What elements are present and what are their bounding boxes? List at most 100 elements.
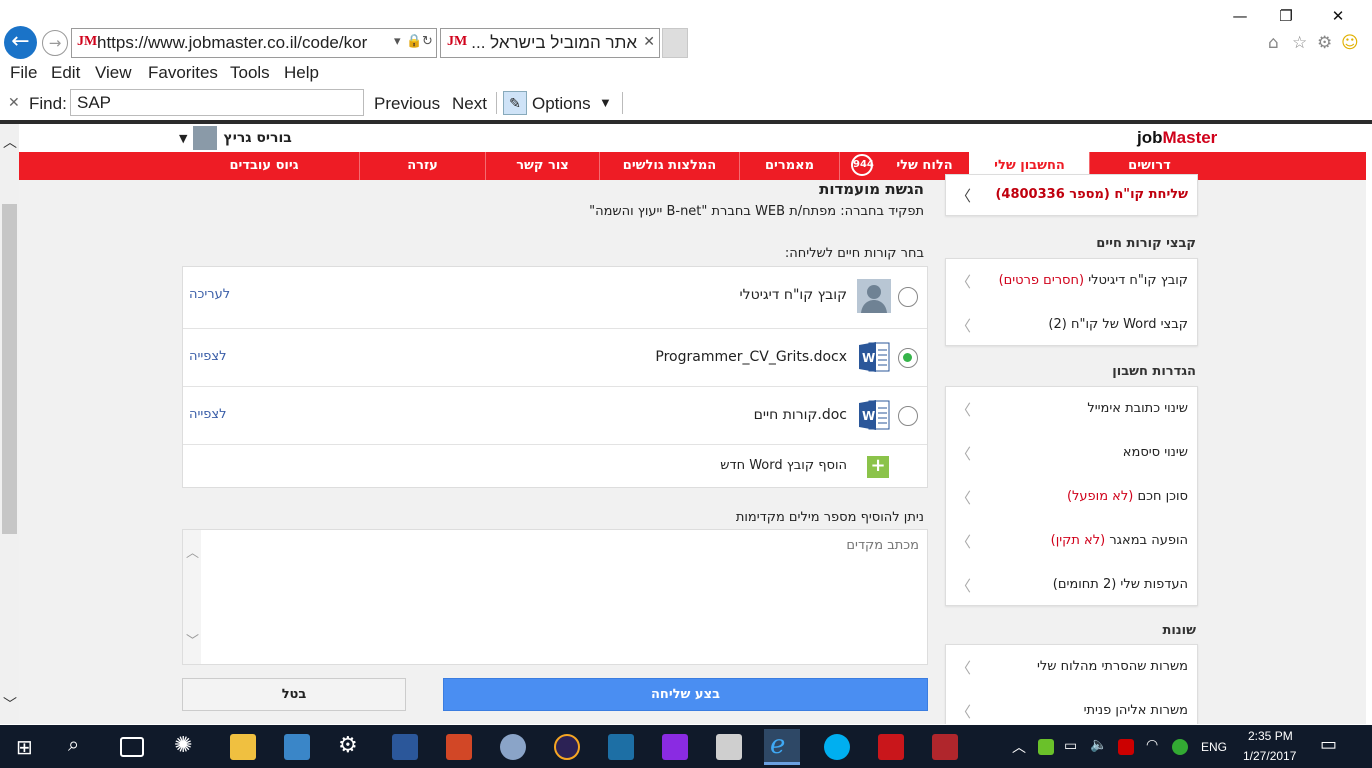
eclipse-icon[interactable]: [554, 734, 580, 760]
highlight-icon[interactable]: ✎: [503, 91, 527, 115]
cv-row-programmer[interactable]: W Programmer_CV_Grits.docx לצפייה: [183, 329, 927, 387]
close-find-icon[interactable]: ✕: [8, 94, 20, 111]
clock-date[interactable]: 1/27/2017: [1243, 749, 1296, 763]
nav-recommendations[interactable]: המלצות גולשים: [599, 152, 739, 180]
nav-recruit[interactable]: גיוס עובדים: [169, 152, 359, 180]
page-scrollbar[interactable]: ︿ ﹀: [0, 124, 19, 724]
find-next-button[interactable]: Next: [452, 94, 487, 114]
cover-scroll-up-icon[interactable]: ︿: [186, 542, 199, 561]
menu-file[interactable]: File: [10, 63, 37, 83]
find-previous-button[interactable]: Previous: [374, 94, 440, 114]
address-bar[interactable]: JM https://www.jobmaster.co.il/code/kor …: [71, 28, 437, 58]
nav-contact[interactable]: צור קשר: [485, 152, 599, 180]
paint-icon[interactable]: [500, 734, 526, 760]
brightness-icon[interactable]: ✺: [174, 732, 192, 758]
file-explorer-icon[interactable]: [230, 734, 256, 760]
menu-edit[interactable]: Edit: [51, 63, 80, 83]
search-icon[interactable]: ⌕: [68, 734, 79, 757]
cv-view-link-resume-doc[interactable]: לצפייה: [189, 407, 227, 422]
minimize-button[interactable]: —: [1220, 4, 1260, 28]
sidebar-item-database-listing[interactable]: הופעה במאגר (לא תקין) 〈: [946, 519, 1197, 563]
find-input[interactable]: SAP: [70, 89, 364, 116]
sidebar-item-change-email[interactable]: שינוי כתובת אימייל 〈: [946, 387, 1197, 431]
add-word-row[interactable]: + הוסף קובץ Word חדש: [183, 445, 927, 487]
add-file-icon[interactable]: +: [867, 456, 889, 478]
menu-view[interactable]: View: [95, 63, 132, 83]
sidebar-item-removed-jobs[interactable]: משרות שהסרתי מהלוח שלי 〈: [946, 645, 1197, 689]
find-options-button[interactable]: Options: [532, 94, 591, 114]
cancel-button[interactable]: בטל: [182, 678, 406, 711]
cv-view-link-programmer[interactable]: לצפייה: [189, 349, 227, 364]
clock-time[interactable]: 2:35 PM: [1248, 729, 1293, 743]
scroll-up-icon[interactable]: ︿: [3, 132, 17, 152]
ie-icon[interactable]: ℯ: [770, 729, 785, 760]
language-indicator[interactable]: ENG: [1201, 740, 1227, 754]
menu-favorites[interactable]: Favorites: [148, 63, 218, 83]
refresh-icon[interactable]: ↻: [422, 34, 433, 49]
send-button[interactable]: בצע שליחה: [443, 678, 928, 711]
dropdown-icon[interactable]: ▾: [394, 34, 401, 49]
phpstorm-icon[interactable]: [662, 734, 688, 760]
snipping-icon[interactable]: [932, 734, 958, 760]
windows-start-icon[interactable]: ⊞: [16, 735, 33, 760]
user-name: בוריס גריץ: [223, 130, 292, 146]
jobmaster-logo[interactable]: jobMaster: [1137, 128, 1217, 148]
new-tab-button[interactable]: [662, 28, 688, 58]
scroll-thumb[interactable]: [2, 204, 17, 534]
sidebar-item-smart-agent[interactable]: סוכן חכם (לא מופעל) 〈: [946, 475, 1197, 519]
powerpoint-icon[interactable]: [446, 734, 472, 760]
control-panel-icon[interactable]: [284, 734, 310, 760]
scroll-down-icon[interactable]: ﹀: [3, 694, 17, 714]
cv-radio-resume-doc[interactable]: [898, 406, 918, 426]
cv-row-digital[interactable]: קובץ קו"ח דיגיטלי לעריכה: [183, 267, 927, 329]
close-tab-icon[interactable]: ✕: [643, 34, 655, 50]
star-icon[interactable]: ☆: [1292, 33, 1307, 53]
browser-tab[interactable]: JM אתר המוביל בישראל ... ✕: [440, 28, 660, 58]
notifications-icon[interactable]: ▭: [1320, 734, 1337, 755]
cv-radio-programmer[interactable]: [898, 348, 918, 368]
nav-articles[interactable]: מאמרים: [739, 152, 839, 180]
sidebar-item-word-files[interactable]: קבצי Word של קו"ח (2) 〈: [946, 303, 1197, 347]
menu-tools[interactable]: Tools: [230, 63, 270, 83]
close-window-button[interactable]: ✕: [1318, 4, 1358, 28]
sidebar-item-digital-cv[interactable]: קובץ קו"ח דיגיטלי (חסרים פרטים) 〈: [946, 259, 1197, 303]
tray-alert-icon[interactable]: [1118, 739, 1134, 755]
wifi-icon[interactable]: ◠: [1146, 736, 1158, 753]
sidebar-item-change-password[interactable]: שינוי סיסמא 〈: [946, 431, 1197, 475]
sidebar-item-send-cv[interactable]: שליחת קו"ח (מספר 4800336) 〈: [946, 175, 1197, 217]
url-text[interactable]: https://www.jobmaster.co.il/code/kor: [97, 33, 387, 53]
settings-gear-icon[interactable]: ⚙: [338, 732, 358, 758]
user-menu[interactable]: ▼ בוריס גריץ: [179, 126, 292, 150]
cover-scroll-down-icon[interactable]: ﹀: [186, 630, 199, 649]
cover-scrollbar[interactable]: ︿ ﹀: [183, 530, 201, 664]
volume-icon[interactable]: 🔈: [1090, 736, 1107, 753]
acrobat-icon[interactable]: [878, 734, 904, 760]
forward-button[interactable]: →: [42, 30, 68, 56]
task-view-icon[interactable]: [120, 737, 144, 757]
cv-row-resume-doc[interactable]: W קורות חיים.doc לצפייה: [183, 387, 927, 445]
restore-button[interactable]: ❐: [1266, 4, 1306, 28]
sidebar-item-applied-jobs[interactable]: משרות אליהן פניתי 〈: [946, 689, 1197, 724]
smiley-icon[interactable]: ☺: [1341, 33, 1359, 53]
cv-edit-link[interactable]: לעריכה: [189, 287, 230, 302]
word-app-icon[interactable]: [392, 734, 418, 760]
gear-icon[interactable]: ⚙: [1317, 33, 1332, 53]
tray-chevron-up-icon[interactable]: ︿: [1012, 737, 1026, 757]
cv-radio-digital[interactable]: [898, 287, 918, 307]
home-icon[interactable]: ⌂: [1268, 33, 1279, 53]
skype-icon[interactable]: [824, 734, 850, 760]
tray-app-icon[interactable]: [1038, 739, 1054, 755]
lock-icon[interactable]: 🔒: [406, 34, 422, 49]
nav-help[interactable]: עזרה: [359, 152, 485, 180]
cover-letter-input[interactable]: [201, 530, 927, 664]
user-dropdown-icon[interactable]: ▼: [179, 132, 187, 145]
battery-icon[interactable]: ▭: [1064, 737, 1077, 754]
menu-help[interactable]: Help: [284, 63, 319, 83]
options-chevron-down-icon[interactable]: ▼: [599, 95, 612, 110]
back-button[interactable]: ←: [4, 26, 37, 59]
mysql-icon[interactable]: [608, 734, 634, 760]
network-status-icon[interactable]: [1172, 739, 1188, 755]
sidebar-item-preferences[interactable]: העדפות שלי (2 תחומים) 〈: [946, 563, 1197, 607]
calculator-icon[interactable]: [716, 734, 742, 760]
add-word-label[interactable]: הוסף קובץ Word חדש: [720, 458, 847, 473]
